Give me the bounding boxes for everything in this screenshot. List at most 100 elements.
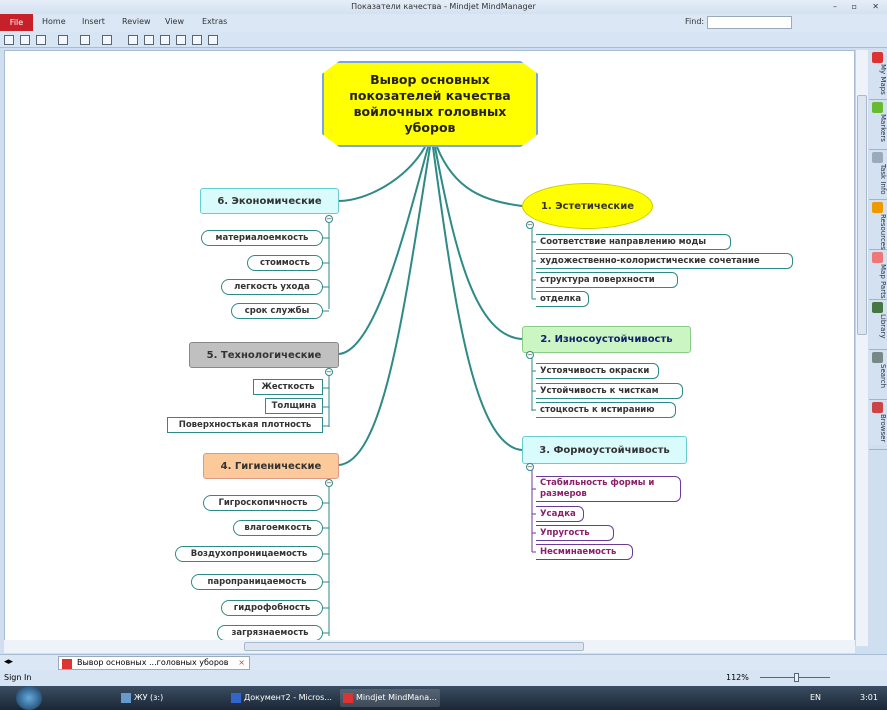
connector-b4	[338, 146, 431, 466]
undo-icon[interactable]	[80, 35, 90, 45]
topic-item[interactable]: отделка	[536, 291, 589, 307]
close-button[interactable]: ✕	[872, 0, 879, 14]
side-tab-task-info[interactable]: Task Info	[869, 150, 887, 200]
close-tab-icon[interactable]: ×	[238, 657, 245, 669]
document-tabs: ◂▸ Вывор основных ...головных уборов ×	[0, 654, 887, 670]
topic-item[interactable]: Жесткость	[253, 379, 323, 395]
prev-tab-icon[interactable]: ◂▸	[4, 657, 13, 667]
taskbar-item[interactable]: Документ2 - Micros...	[228, 689, 336, 707]
topic-item[interactable]: срок службы	[231, 303, 323, 319]
side-tab-library[interactable]: Library	[869, 300, 887, 350]
collapse-icon[interactable]: −	[526, 221, 534, 229]
topic-item[interactable]: Усадка	[536, 506, 584, 522]
zoom-slider-thumb[interactable]	[794, 673, 799, 682]
vertical-scroll-thumb[interactable]	[857, 95, 867, 335]
central-topic[interactable]: Вывор основных покозателей качества войл…	[322, 61, 538, 147]
topic-item[interactable]: Устойчивость к чисткам	[536, 383, 683, 399]
side-tab-map-parts[interactable]: Map Parts	[869, 250, 887, 300]
tab-view[interactable]: View	[165, 17, 184, 26]
collapse-icon[interactable]: −	[526, 351, 534, 359]
print-icon[interactable]	[128, 35, 138, 45]
branch-economic[interactable]: 6. Экономические	[200, 188, 339, 214]
topic-item[interactable]: Несминаемость	[536, 544, 633, 560]
minimize-button[interactable]: –	[833, 0, 837, 14]
taskbar-item[interactable]: ЖУ (з:)	[118, 689, 218, 707]
document-tab-label: Вывор основных ...головных уборов	[77, 658, 229, 667]
collapse-icon[interactable]: −	[325, 368, 333, 376]
clock: 3:01	[860, 693, 878, 702]
side-tab-markers[interactable]: Markers	[869, 100, 887, 150]
side-tab-label: Map Parts	[879, 264, 887, 299]
quick-access-toolbar	[0, 32, 887, 48]
document-tab[interactable]: Вывор основных ...головных уборов ×	[58, 656, 250, 670]
open-icon[interactable]	[160, 35, 170, 45]
my-maps-icon	[872, 52, 883, 63]
branch-technological[interactable]: 5. Технологические	[189, 342, 339, 368]
taskbar-label: Документ2 - Micros...	[244, 693, 332, 702]
tab-review[interactable]: Review	[122, 17, 151, 26]
topic-item[interactable]: гидрофобность	[221, 600, 323, 616]
topic-item[interactable]: Устоячивость окраски	[536, 363, 659, 379]
topic-item[interactable]: Толщина	[265, 398, 323, 414]
side-tab-browser[interactable]: Browser	[869, 400, 887, 450]
branch-hygienic[interactable]: 4. Гигиенические	[203, 453, 339, 479]
start-button[interactable]	[16, 686, 42, 710]
side-tab-resources[interactable]: Resources	[869, 200, 887, 250]
file-button[interactable]: File	[0, 14, 33, 31]
redo-icon[interactable]	[102, 35, 112, 45]
save-icon[interactable]	[4, 35, 14, 45]
topic-item[interactable]: Соответствие направлению моды	[536, 234, 731, 250]
taskbar-label: ЖУ (з:)	[134, 693, 164, 702]
collapse-icon[interactable]: −	[325, 215, 333, 223]
language-indicator[interactable]: EN	[810, 693, 821, 702]
find-label: Find:	[685, 17, 705, 26]
filter-icon[interactable]	[208, 35, 218, 45]
horizontal-scroll-thumb[interactable]	[244, 642, 584, 651]
send-icon[interactable]	[36, 35, 46, 45]
collapse-icon[interactable]: −	[526, 463, 534, 471]
horizontal-scrollbar[interactable]	[4, 640, 855, 653]
topic-item[interactable]: структура поверхности	[536, 272, 678, 288]
side-tab-my-maps[interactable]: My Maps	[869, 50, 887, 100]
side-tab-search[interactable]: Search	[869, 350, 887, 400]
taskbar-item[interactable]: Mindjet MindMana...	[340, 689, 440, 707]
vertical-scrollbar[interactable]	[855, 50, 868, 646]
topic-item[interactable]: стоцкость к истиранию	[536, 402, 676, 418]
topic-item[interactable]: художественно-колористические сочетание	[536, 253, 793, 269]
map-canvas[interactable]: Вывор основных покозателей качества войл…	[4, 50, 855, 646]
topic-item[interactable]: влагоемкость	[233, 520, 323, 536]
folder-icon	[121, 693, 131, 703]
branch-wear-resistance[interactable]: 2. Износоустойчивость	[522, 326, 691, 353]
fit-icon[interactable]	[192, 35, 202, 45]
search-icon	[872, 352, 883, 363]
topic-item[interactable]: материалоемкость	[201, 230, 323, 246]
topic-item[interactable]: Гигроскопичность	[203, 495, 323, 511]
topic-item[interactable]: Стабильность формы и размеров	[536, 476, 681, 502]
topic-item[interactable]: стоимость	[247, 255, 323, 271]
topic-item[interactable]: загрязнаемость	[217, 625, 323, 641]
collapse-icon[interactable]: −	[325, 479, 333, 487]
mindmanager-icon	[62, 659, 72, 669]
sign-in-link[interactable]: Sign In	[4, 673, 31, 682]
topic-item[interactable]: паропраницаемость	[191, 574, 323, 590]
publish-icon[interactable]	[20, 35, 30, 45]
topic-item[interactable]: Поверхностькая плотность	[167, 417, 323, 433]
branch-aesthetic[interactable]: 1. Эстетические	[522, 183, 653, 229]
side-panel: My Maps Markers Task Info Resources Map …	[869, 50, 887, 450]
maximize-button[interactable]: ▫	[852, 0, 857, 14]
topic-item[interactable]: Упругость	[536, 525, 614, 541]
export-icon[interactable]	[176, 35, 186, 45]
branch-shape-stability[interactable]: 3. Формоустойчивость	[522, 436, 687, 464]
tab-extras[interactable]: Extras	[202, 17, 227, 26]
find-input[interactable]	[707, 16, 792, 29]
zoom-level: 112%	[726, 673, 749, 682]
topic-item[interactable]: Воздухопроницаемость	[175, 546, 323, 562]
topic-item[interactable]: легкость ухода	[221, 279, 323, 295]
side-tab-label: Browser	[879, 414, 887, 443]
tab-insert[interactable]: Insert	[82, 17, 105, 26]
status-bar: Sign In 112%	[0, 670, 887, 686]
preview-icon[interactable]	[144, 35, 154, 45]
new-icon[interactable]	[58, 35, 68, 45]
tab-home[interactable]: Home	[42, 17, 66, 26]
clock-icon	[872, 152, 883, 163]
